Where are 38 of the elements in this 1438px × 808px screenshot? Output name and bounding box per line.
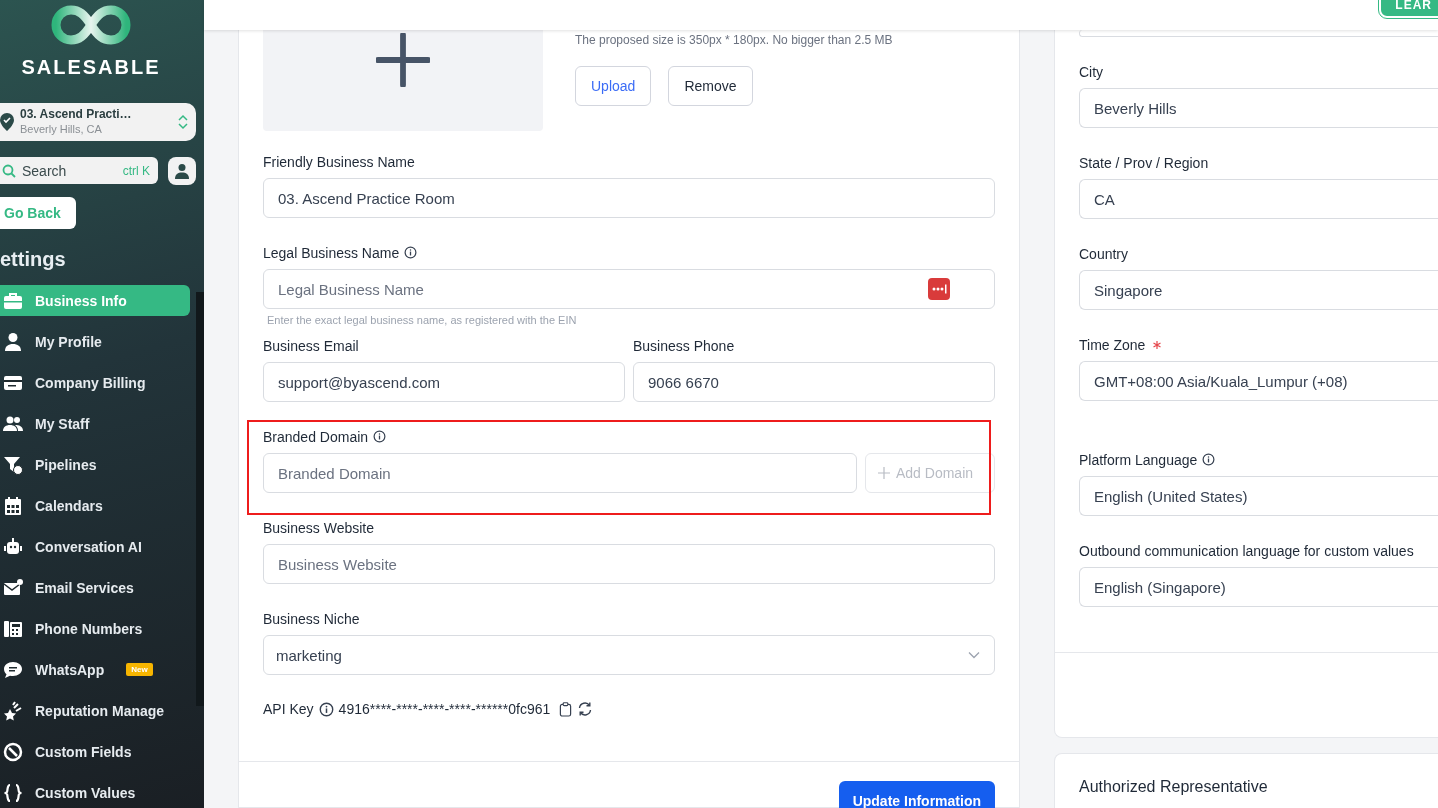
sidebar-item-label: WhatsApp — [35, 661, 105, 678]
sidebar-item-label: Email Services — [35, 579, 134, 596]
location-address: Beverly Hills, CA — [20, 122, 103, 137]
field-label: Country — [1079, 245, 1129, 262]
sidebar-item-label: Phone Numbers — [35, 620, 143, 637]
field-label: City — [1079, 63, 1104, 80]
sidebar-item-label: My Profile — [35, 333, 102, 350]
field-label: Legal Business Name — [263, 244, 400, 261]
helper-text: Enter the exact legal business name, as registered with the EIN — [266, 314, 578, 327]
sidebar-item-label: Company Billing — [35, 374, 146, 391]
location-name: 03. Ascend Practi… — [20, 107, 133, 123]
sidebar-item-label: Business Info — [35, 292, 127, 309]
sidebar-item-label: Pipelines — [35, 456, 97, 473]
field-label: State / Prov / Region — [1079, 154, 1209, 171]
shortcut-hint: ctrl K — [122, 163, 150, 178]
section-title: ettings — [0, 247, 67, 271]
field-label: Business Email — [263, 337, 359, 354]
sidebar-item-label: Custom Values — [35, 784, 136, 801]
sidebar-item-label: Conversation AI — [35, 538, 142, 555]
card-title: Authorized Representative — [1079, 778, 1269, 796]
sidebar-item-label: Calendars — [35, 497, 103, 514]
new-badge: New — [126, 663, 153, 676]
sidebar-item-label: Custom Fields — [35, 743, 132, 760]
search-placeholder: Search — [22, 162, 68, 179]
field-label: Business Website — [263, 519, 374, 536]
api-key-label: API Key — [263, 701, 314, 717]
sidebar-item-label: My Staff — [35, 415, 90, 432]
sidebar-item-label: Reputation Manage — [35, 702, 165, 719]
api-key-value: 4916****-****-****-****-******0fc961 — [338, 701, 551, 717]
field-label: Business Niche — [263, 610, 360, 627]
field-label: Friendly Business Name — [263, 153, 415, 170]
field-label: Business Phone — [633, 337, 735, 354]
field-label: Outbound communication language for custom values — [1079, 542, 1414, 559]
field-label: Branded Domain — [263, 428, 369, 445]
field-label: Time Zone — [1079, 336, 1146, 353]
field-label: Platform Language — [1079, 451, 1198, 468]
logo-text: SALESABLE — [21, 56, 161, 78]
upload-hint: The proposed size is 350px * 180px. No bigger than 2.5 MB — [575, 33, 893, 47]
